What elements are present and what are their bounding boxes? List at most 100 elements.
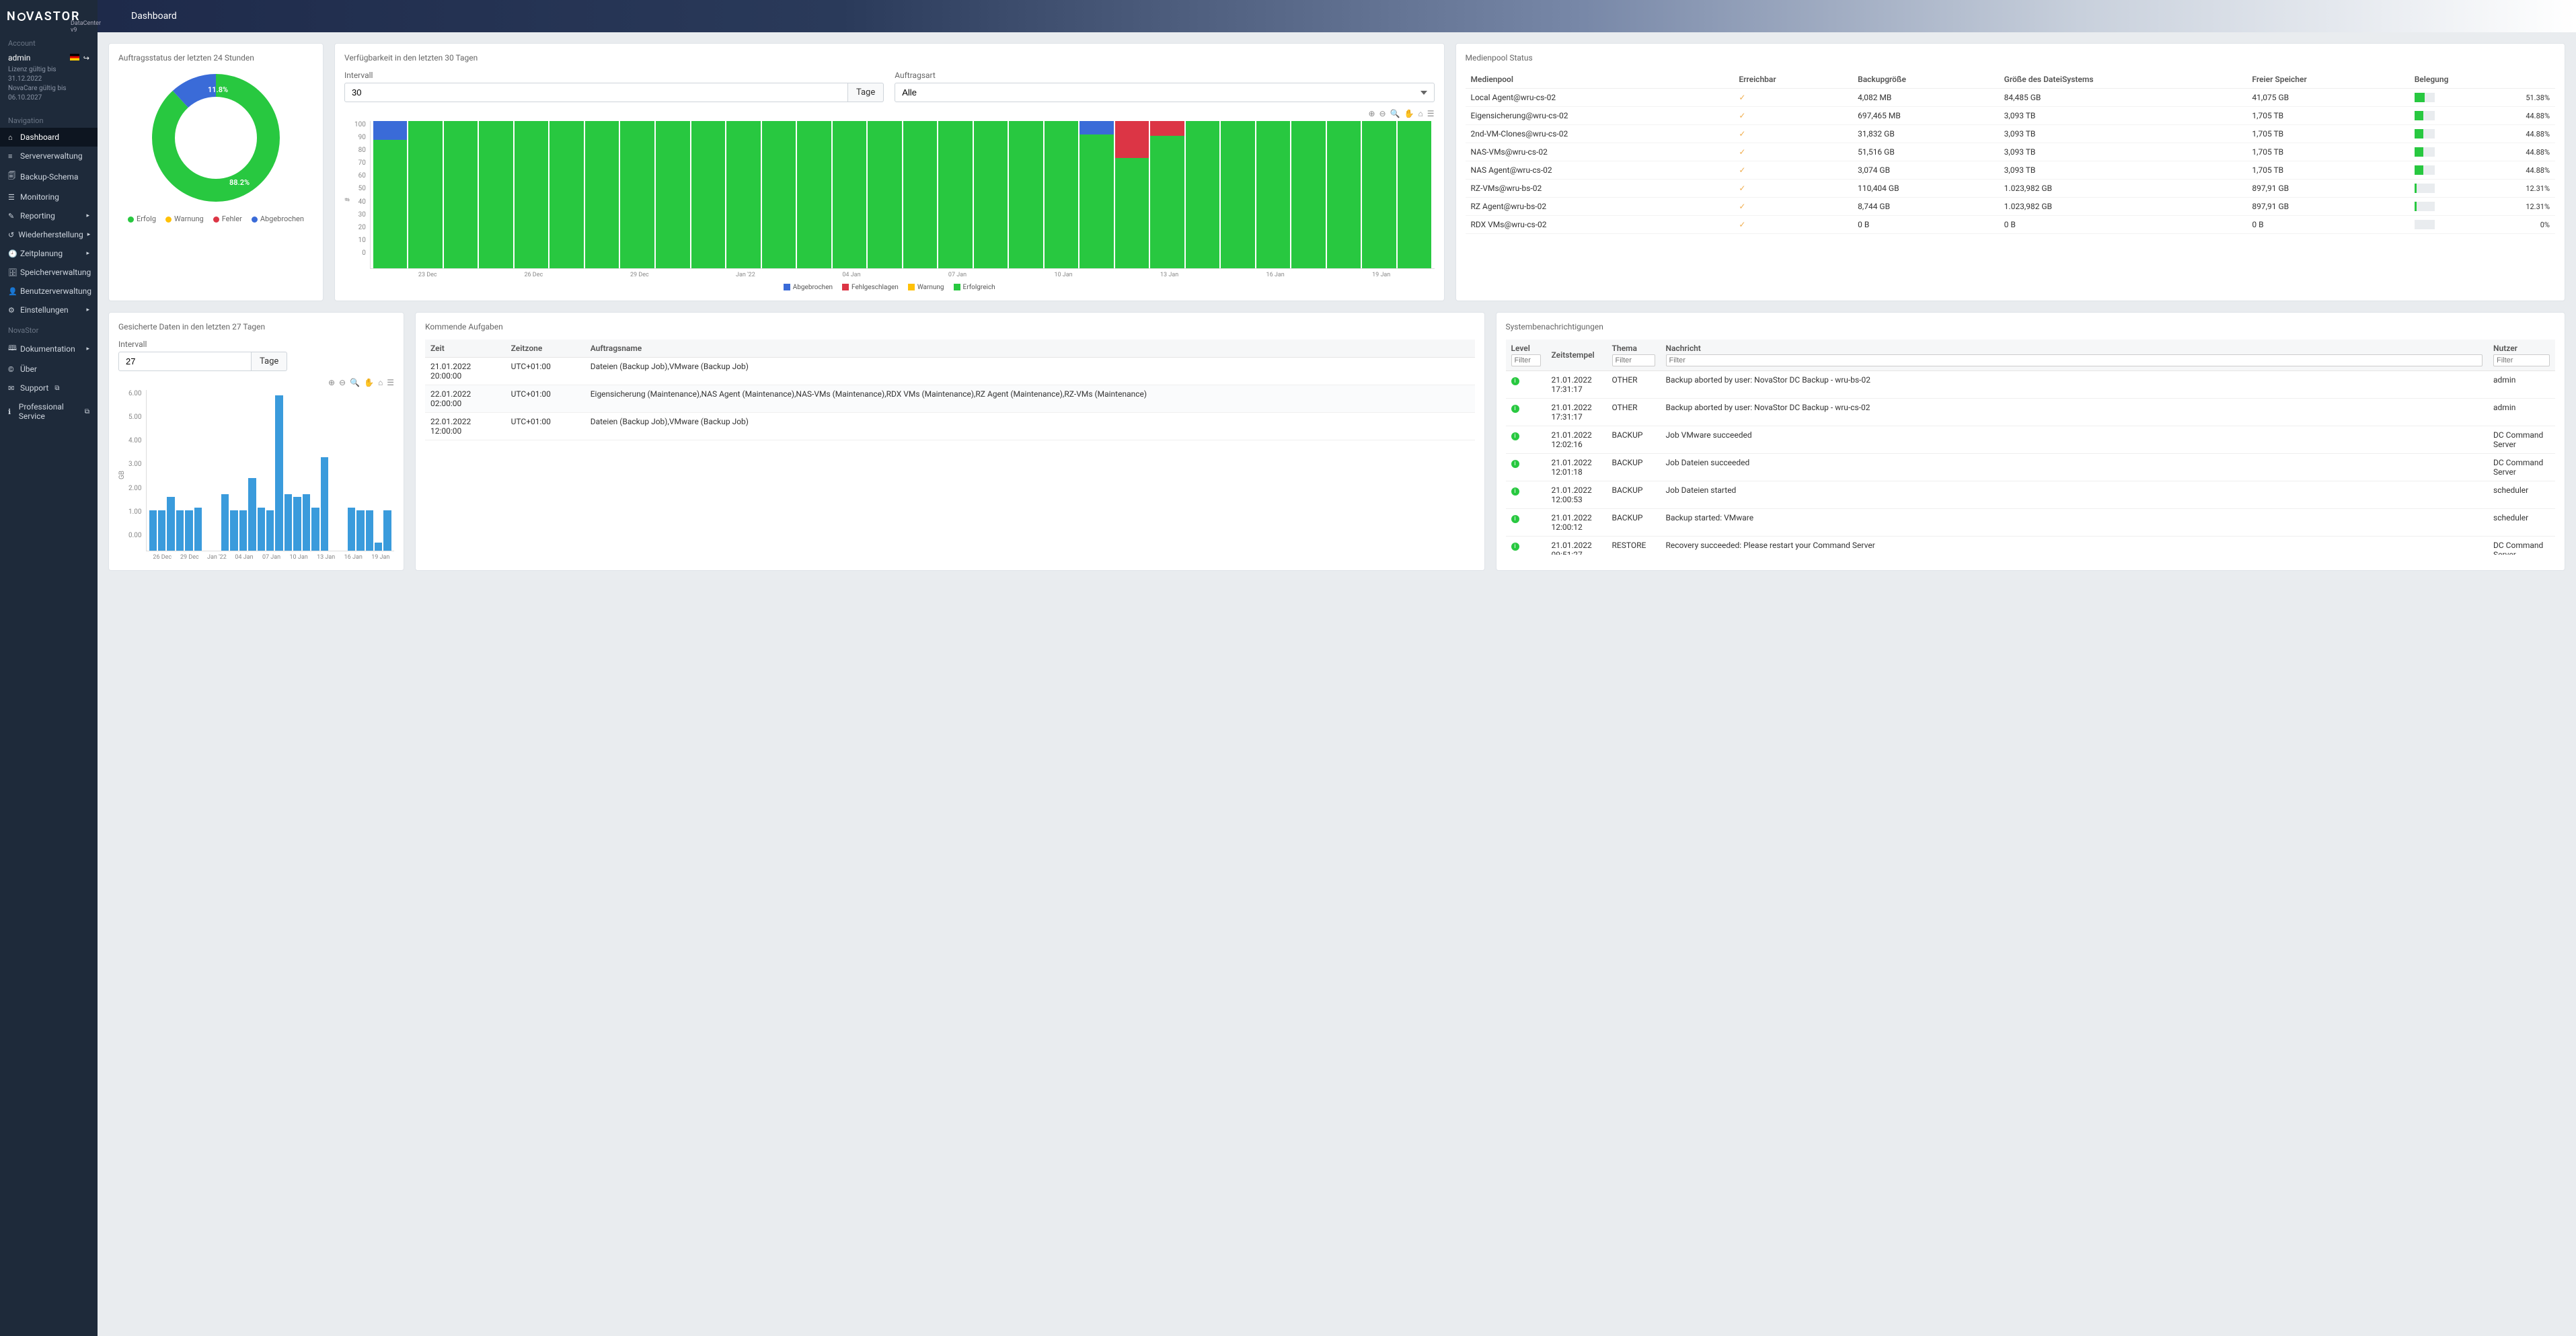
sidebar-item-backup-schema[interactable]: 🗐Backup-Schema: [0, 165, 98, 188]
sidebar-item-speicherverwaltung[interactable]: 🗄Speicherverwaltung: [0, 263, 98, 282]
tasks-head-tz: Zeitzone: [506, 340, 585, 358]
notif-head-user: Nutzer: [2493, 344, 2517, 353]
mediapool-row[interactable]: NAS-VMs@wru-cs-02✓51,516 GB3,093 TB1,705…: [1466, 143, 2556, 161]
nav-icon: ⚙: [8, 306, 16, 315]
nav-icon: ✉: [8, 384, 16, 393]
level-info-icon: i: [1511, 543, 1519, 551]
interval-input[interactable]: [344, 83, 848, 102]
chart2-zoom-out-icon[interactable]: ⊖: [339, 378, 346, 387]
nav-icon: ↺: [8, 231, 14, 239]
legend-success: Erfolg: [128, 214, 156, 223]
mediapool-row[interactable]: RZ Agent@wru-bs-02✓8,744 GB1.023,982 GB8…: [1466, 198, 2556, 216]
notif-head-topic: Thema: [1612, 344, 1637, 353]
notification-row[interactable]: i21.01.202212:02:16BACKUPJob VMware succ…: [1506, 426, 2556, 454]
account-section-label: Account: [0, 32, 98, 50]
notification-row[interactable]: i21.01.202209:51:27RESTORERecovery succe…: [1506, 537, 2556, 555]
chevron-right-icon: ▸: [86, 307, 89, 313]
nav-icon: 🕘: [8, 249, 16, 258]
check-icon: ✓: [1739, 129, 1745, 139]
chart-home-icon[interactable]: ⌂: [1418, 109, 1423, 118]
saved-interval-input[interactable]: [118, 352, 252, 371]
jobtype-select[interactable]: Alle: [895, 83, 1434, 102]
chevron-right-icon: ▸: [86, 250, 89, 257]
status-donut-chart: 11.8% 88.2%: [149, 71, 283, 205]
notification-row[interactable]: i21.01.202212:00:12BACKUPBackup started:…: [1506, 509, 2556, 537]
nav-icon: 👤: [8, 287, 16, 296]
mediapool-row[interactable]: Eigensicherung@wru-cs-02✓697,465 MB3,093…: [1466, 107, 2556, 125]
mediapool-row[interactable]: Local Agent@wru-cs-02✓4,082 MB84,485 GB4…: [1466, 89, 2556, 107]
mediapool-row[interactable]: 2nd-VM-Clones@wru-cs-02✓31,832 GB3,093 T…: [1466, 125, 2556, 143]
check-icon: ✓: [1739, 220, 1745, 229]
chart2-home-icon[interactable]: ⌂: [378, 378, 383, 387]
nav-icon: ©: [8, 365, 16, 374]
chart2-menu-icon[interactable]: ☰: [387, 378, 394, 387]
legend-abort: Abgebrochen: [252, 214, 304, 223]
check-icon: ✓: [1739, 147, 1745, 157]
mp-head-usage: Belegung: [2409, 71, 2555, 89]
sidebar-item-über[interactable]: ©Über: [0, 360, 98, 379]
check-icon: ✓: [1739, 93, 1745, 102]
chart-menu-icon[interactable]: ☰: [1427, 109, 1435, 118]
sidebar-item-reporting[interactable]: ✎Reporting▸: [0, 206, 98, 225]
sidebar-item-wiederherstellung[interactable]: ↺Wiederherstellung▸: [0, 225, 98, 244]
tasks-panel: Kommende Aufgaben Zeit Zeitzone Auftrags…: [415, 312, 1485, 571]
mediapool-row[interactable]: RDX VMs@wru-cs-02✓0 B0 B0 B0%: [1466, 216, 2556, 234]
sidebar-item-professional-service[interactable]: ℹProfessional Service⧉: [0, 397, 98, 426]
notification-row[interactable]: i21.01.202212:00:53BACKUPJob Dateien sta…: [1506, 481, 2556, 509]
chart2-pan-icon[interactable]: ✋: [364, 378, 374, 387]
mediapool-panel-title: Medienpool Status: [1466, 53, 2556, 63]
license-line-1: Lizenz gültig bis 31.12.2022: [8, 65, 89, 84]
chart-zoom-icon[interactable]: 🔍: [1390, 109, 1400, 118]
tasks-head-name: Auftragsname: [585, 340, 1475, 358]
chart2-zoom-in-icon[interactable]: ⊕: [328, 378, 335, 387]
chart2-zoom-icon[interactable]: 🔍: [350, 378, 360, 387]
sidebar-item-serververwaltung[interactable]: ≡Serververwaltung: [0, 147, 98, 165]
sidebar-item-benutzerverwaltung[interactable]: 👤Benutzerverwaltung: [0, 282, 98, 301]
language-flag-icon[interactable]: [70, 54, 79, 61]
product-sub: DataCenter v9: [71, 20, 101, 34]
task-row[interactable]: 21.01.202220:00:00UTC+01:00Dateien (Back…: [425, 358, 1475, 385]
mp-head-pool: Medienpool: [1466, 71, 1734, 89]
chart-zoom-in-icon[interactable]: ⊕: [1368, 109, 1375, 118]
sidebar-item-label: Support: [20, 383, 48, 393]
chart-pan-icon[interactable]: ✋: [1404, 109, 1414, 118]
level-info-icon: i: [1511, 432, 1519, 440]
saved-interval-label: Intervall: [118, 340, 287, 349]
sidebar-item-monitoring[interactable]: ☰Monitoring: [0, 188, 98, 206]
sidebar-item-zeitplanung[interactable]: 🕘Zeitplanung▸: [0, 244, 98, 263]
sidebar-item-label: Backup-Schema: [20, 172, 78, 182]
logout-icon[interactable]: ↪: [83, 54, 89, 63]
notif-filter-topic[interactable]: [1612, 354, 1655, 366]
saveddata-panel: Gesicherte Daten in den letzten 27 Tagen…: [108, 312, 404, 571]
level-info-icon: i: [1511, 487, 1519, 496]
notification-row[interactable]: i21.01.202212:01:18BACKUPJob Dateien suc…: [1506, 454, 2556, 481]
nav-icon: ℹ: [8, 407, 15, 416]
avail-legend-fail: Fehlgeschlagen: [842, 284, 899, 291]
license-line-2: NovaCare gültig bis 06.10.2027: [8, 84, 89, 103]
sidebar-item-dokumentation[interactable]: 🕮Dokumentation▸: [0, 338, 98, 360]
brand-logo: NVASTOR: [7, 9, 80, 24]
notif-head-level: Level: [1511, 344, 1530, 353]
sidebar-item-label: Dashboard: [20, 132, 59, 142]
notif-filter-user[interactable]: [2493, 354, 2550, 366]
availability-panel: Verfügbarkeit in den letzten 30 Tagen In…: [334, 43, 1445, 301]
notification-row[interactable]: i21.01.202217:31:17OTHERBackup aborted b…: [1506, 371, 2556, 399]
task-row[interactable]: 22.01.202202:00:00UTC+01:00Eigensicherun…: [425, 385, 1475, 413]
nav-icon: ☰: [8, 193, 16, 202]
mediapool-row[interactable]: RZ-VMs@wru-bs-02✓110,404 GB1.023,982 GB8…: [1466, 180, 2556, 198]
task-row[interactable]: 22.01.202212:00:00UTC+01:00Dateien (Back…: [425, 413, 1475, 440]
notif-head-ts: Zeitstempel: [1552, 350, 1595, 360]
sidebar-item-label: Wiederherstellung: [18, 230, 83, 239]
sidebar-item-support[interactable]: ✉Support⧉: [0, 379, 98, 397]
sidebar-item-dashboard[interactable]: ⌂Dashboard: [0, 128, 98, 147]
notif-filter-level[interactable]: [1511, 354, 1541, 366]
notif-filter-msg[interactable]: [1666, 354, 2483, 366]
mediapool-row[interactable]: NAS Agent@wru-cs-02✓3,074 GB3,093 TB1,70…: [1466, 161, 2556, 180]
chart-zoom-out-icon[interactable]: ⊖: [1379, 109, 1386, 118]
sidebar-item-label: Reporting: [20, 211, 55, 221]
check-icon: ✓: [1739, 165, 1745, 175]
avail-legend-warn: Warnung: [908, 284, 944, 291]
sidebar-item-einstellungen[interactable]: ⚙Einstellungen▸: [0, 301, 98, 319]
notification-row[interactable]: i21.01.202217:31:17OTHERBackup aborted b…: [1506, 399, 2556, 426]
nav-icon: 🗄: [8, 268, 16, 277]
